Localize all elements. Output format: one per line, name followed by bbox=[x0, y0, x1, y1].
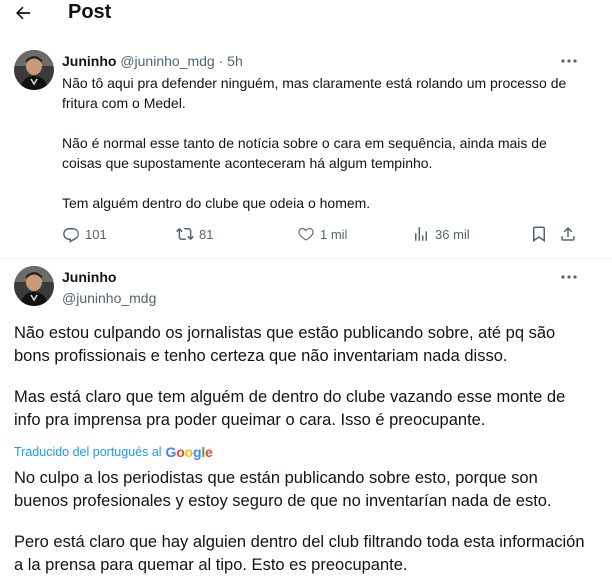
tweet-paragraph: Não é normal esse tanto de notícia sobre… bbox=[62, 135, 547, 171]
divider bbox=[0, 258, 612, 259]
repost-icon bbox=[176, 227, 194, 241]
reply-button[interactable]: 101 bbox=[62, 225, 107, 243]
translation-label: Traducido del portugués al bbox=[14, 445, 162, 459]
more-options-button[interactable] bbox=[558, 53, 580, 69]
reply-count: 101 bbox=[85, 226, 107, 242]
avatar[interactable] bbox=[14, 266, 54, 306]
arrow-left-icon bbox=[16, 6, 31, 20]
like-button[interactable]: 1 mil bbox=[297, 225, 347, 243]
separator-dot: · bbox=[218, 53, 224, 69]
more-options-button[interactable] bbox=[558, 269, 580, 285]
translated-paragraph: No culpo a los periodistas que están pub… bbox=[14, 469, 552, 510]
bookmark-button[interactable] bbox=[530, 225, 548, 243]
author-handle[interactable]: @juninho_mdg bbox=[120, 53, 214, 69]
tweet-text: Não estou culpando os jornalistas que es… bbox=[14, 322, 594, 432]
action-bar: 101 81 1 mil 36 mil bbox=[62, 225, 582, 245]
author-handle[interactable]: @juninho_mdg bbox=[62, 289, 156, 307]
top-bar: Post bbox=[0, 0, 612, 28]
repost-button[interactable]: 81 bbox=[176, 225, 213, 243]
author-name[interactable]: Juninho bbox=[62, 268, 116, 286]
reply-icon bbox=[63, 228, 79, 243]
tweet-text: Não tô aqui pra defender ninguém, mas cl… bbox=[62, 73, 582, 213]
author-name[interactable]: Juninho bbox=[62, 53, 116, 69]
post-time[interactable]: 5h bbox=[227, 53, 243, 69]
views-button[interactable]: 36 mil bbox=[412, 225, 470, 243]
tweet-header: Juninho @juninho_mdg · 5h bbox=[62, 52, 243, 70]
repost-count: 81 bbox=[199, 226, 214, 242]
bookmark-icon bbox=[533, 226, 545, 243]
google-logo: Google bbox=[165, 444, 213, 460]
views-icon bbox=[415, 227, 427, 241]
share-icon bbox=[561, 226, 575, 241]
more-horizontal-icon bbox=[561, 59, 577, 63]
translated-text: No culpo a los periodistas que están pub… bbox=[14, 467, 594, 577]
translation-notice[interactable]: Traducido del portugués al Google bbox=[14, 443, 213, 461]
like-count: 1 mil bbox=[320, 226, 348, 242]
more-horizontal-icon bbox=[561, 275, 577, 279]
back-button[interactable] bbox=[10, 2, 36, 24]
page-title: Post bbox=[68, 1, 112, 23]
tweet-paragraph: Não estou culpando os jornalistas que es… bbox=[14, 324, 556, 365]
tweet-paragraph: Tem alguém dentro do clube que odeia o h… bbox=[62, 195, 371, 211]
avatar[interactable] bbox=[14, 50, 54, 90]
tweet-paragraph: Mas está claro que tem alguém de dentro … bbox=[14, 388, 566, 429]
heart-icon bbox=[298, 227, 314, 241]
views-count: 36 mil bbox=[435, 226, 470, 242]
share-button[interactable] bbox=[559, 225, 577, 243]
translated-paragraph: Pero está claro que hay alguien dentro d… bbox=[14, 533, 585, 574]
tweet-paragraph: Não tô aqui pra defender ninguém, mas cl… bbox=[62, 75, 567, 111]
